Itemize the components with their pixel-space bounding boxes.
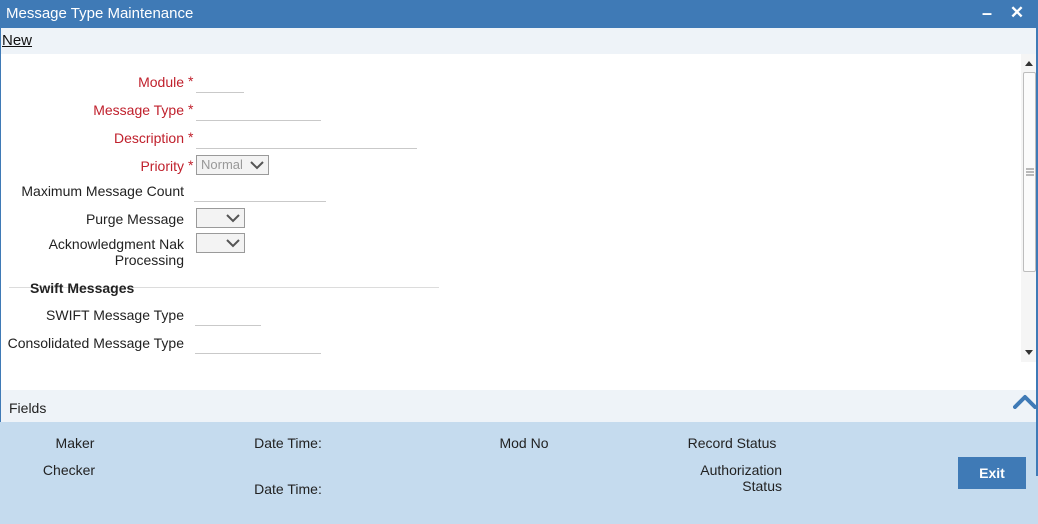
exit-button[interactable]: Exit: [958, 457, 1026, 489]
purge-message-select[interactable]: [196, 208, 245, 228]
message-type-required-marker: *: [188, 101, 194, 117]
message-type-label: Message Type: [41, 102, 184, 118]
module-label: Module: [41, 74, 184, 90]
chevron-down-icon: [226, 214, 240, 223]
max-message-count-label-text: Maximum Message Count: [21, 183, 184, 199]
new-link[interactable]: New: [2, 32, 32, 49]
mod-no-label: Mod No: [499, 435, 549, 451]
maker-label: Maker: [55, 435, 95, 451]
chevron-up-icon[interactable]: [1013, 393, 1037, 409]
description-label-text: Description: [113, 130, 184, 146]
authorization-status-label: Authorization Status: [690, 462, 782, 494]
record-status-label: Record Status: [687, 435, 777, 451]
window-titlebar: Message Type Maintenance – ✕: [0, 0, 1038, 28]
authorization-status-line1: Authorization: [700, 462, 782, 478]
swift-message-type-label-text: SWIFT Message Type: [46, 307, 184, 323]
max-message-count-label: Maximum Message Count: [11, 183, 184, 199]
fields-label: Fields: [9, 400, 47, 416]
module-required-marker: *: [188, 73, 194, 89]
maker-date-time-label: Date Time:: [254, 435, 322, 451]
ack-nak-label-line2: Processing: [114, 252, 184, 268]
swift-messages-section-title: Swift Messages: [30, 280, 135, 296]
max-message-count-input[interactable]: [194, 180, 326, 202]
message-type-input[interactable]: [196, 99, 321, 121]
ack-nak-processing-label: Acknowledgment Nak Processing: [21, 236, 184, 268]
authorization-status-line2: Status: [742, 478, 782, 494]
chevron-down-icon: [250, 161, 264, 170]
chevron-down-icon: [226, 239, 240, 248]
ack-nak-label-line1: Acknowledgment Nak: [48, 236, 184, 252]
checker-date-time-label: Date Time:: [254, 481, 322, 497]
scroll-down-icon[interactable]: [1024, 348, 1034, 358]
ack-nak-processing-select[interactable]: [196, 233, 245, 253]
swift-message-type-input[interactable]: [195, 304, 261, 326]
description-required-marker: *: [188, 129, 194, 145]
consolidated-message-type-label: Consolidated Message Type: [5, 335, 184, 351]
priority-selected-value: Normal: [201, 157, 243, 172]
consolidated-message-type-input[interactable]: [195, 332, 321, 354]
priority-required-marker: *: [188, 157, 194, 173]
message-type-label-text: Message Type: [93, 102, 184, 118]
fields-bar: Fields: [0, 390, 1038, 422]
priority-label-text: Priority: [140, 158, 184, 174]
window-title: Message Type Maintenance: [6, 5, 194, 22]
close-icon[interactable]: ✕: [1006, 1, 1028, 25]
purge-message-label-text: Purge Message: [85, 211, 184, 227]
purge-message-label: Purge Message: [41, 211, 184, 227]
description-label: Description: [41, 130, 184, 146]
audit-panel: Maker Checker Date Time: Date Time: Mod …: [0, 422, 1038, 524]
module-input[interactable]: [196, 71, 244, 93]
menu-bar: New: [0, 28, 1038, 54]
grip-icon: [1026, 168, 1034, 176]
priority-label: Priority: [41, 158, 184, 174]
minimize-icon[interactable]: –: [976, 1, 998, 25]
form-area: Module * Message Type * Description * Pr…: [0, 54, 1038, 390]
description-input[interactable]: [196, 127, 417, 149]
priority-select[interactable]: Normal: [196, 155, 269, 175]
scroll-up-icon[interactable]: [1024, 58, 1034, 68]
swift-message-type-label: SWIFT Message Type: [21, 307, 184, 323]
checker-label: Checker: [42, 462, 96, 478]
scrollbar-thumb[interactable]: [1023, 72, 1036, 272]
module-label-text: Module: [138, 74, 184, 90]
consolidated-message-type-label-text: Consolidated Message Type: [7, 335, 184, 351]
